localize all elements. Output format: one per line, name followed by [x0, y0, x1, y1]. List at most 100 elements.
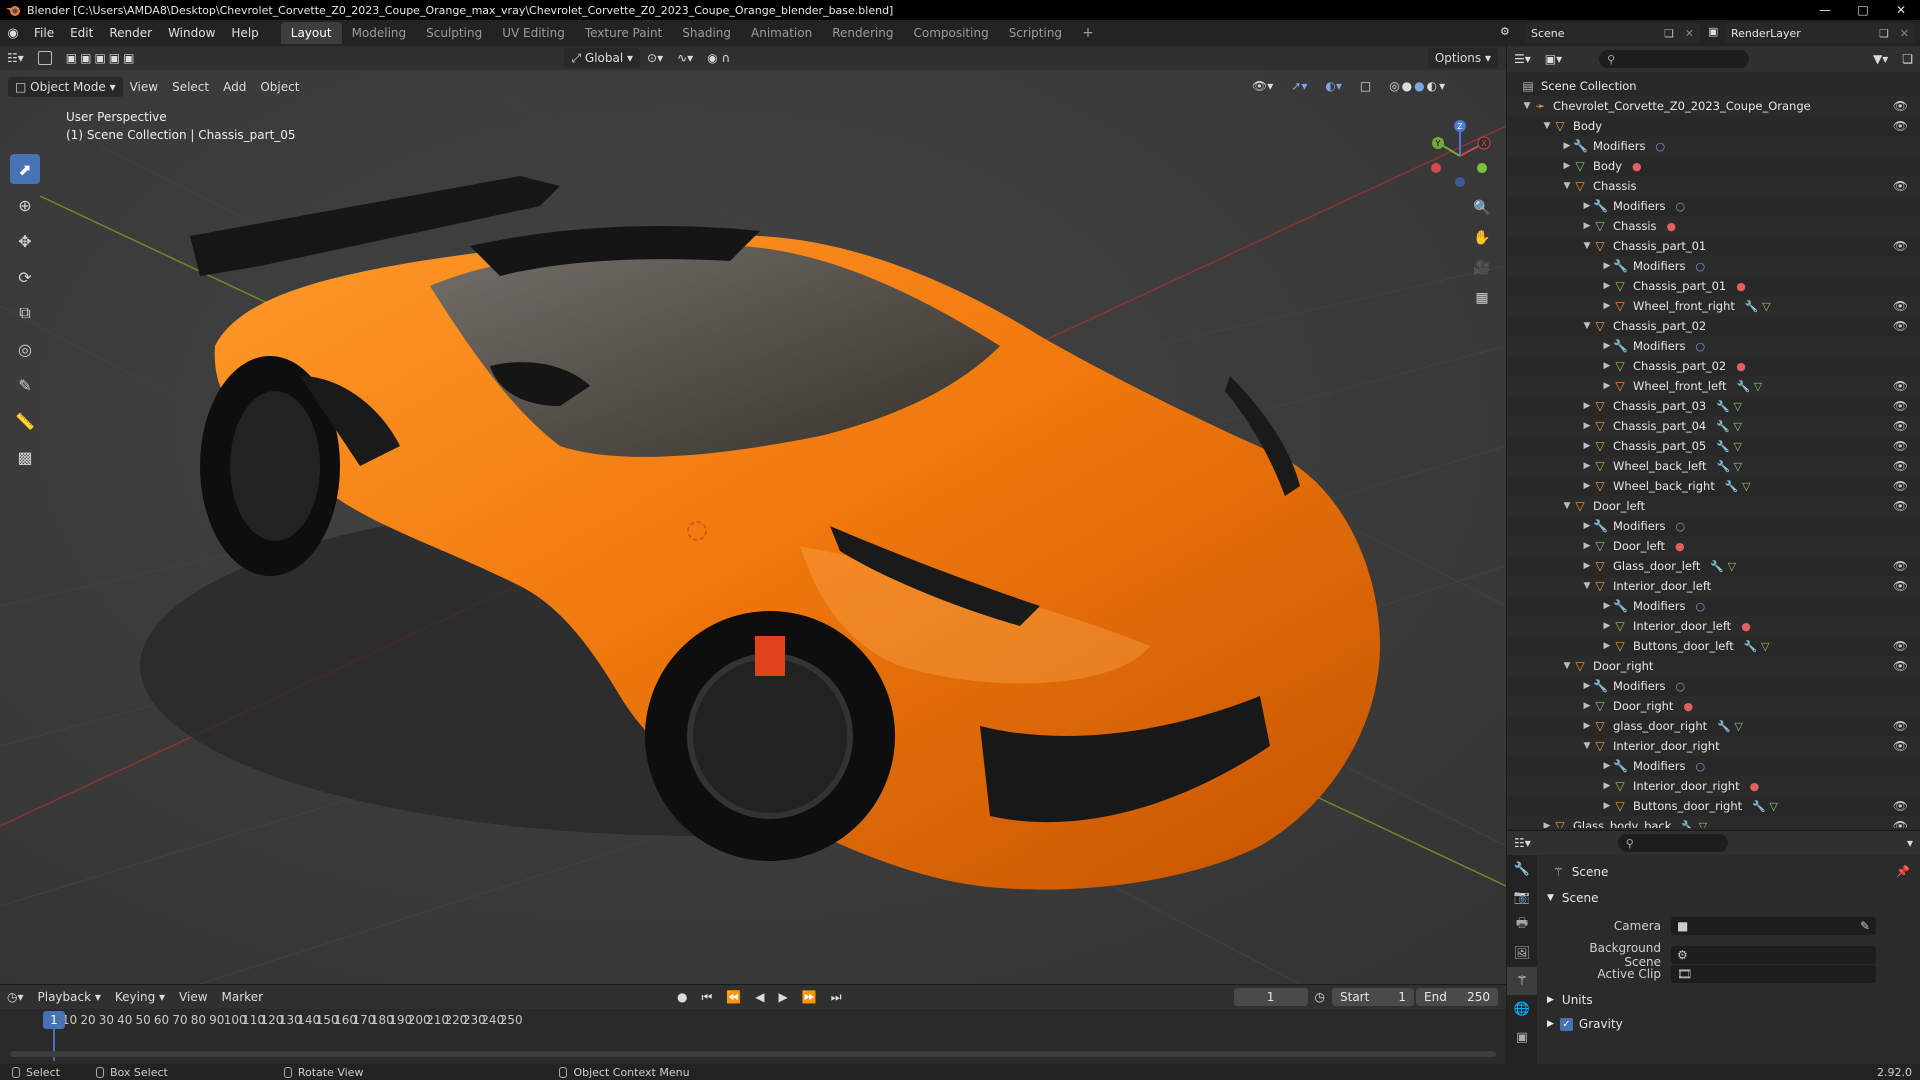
select-box-modes[interactable]: ▣▣▣▣▣: [59, 48, 145, 68]
select-mode-icon[interactable]: [31, 48, 59, 68]
expand-right-icon[interactable]: ▶: [1581, 221, 1593, 231]
proportional-edit-icon[interactable]: ◉ ∩: [700, 48, 737, 68]
prev-keyframe-icon[interactable]: ⏪: [719, 987, 748, 1007]
cursor-tool-icon[interactable]: ⊕: [10, 190, 40, 220]
visibility-eye-icon[interactable]: 👁: [1893, 639, 1908, 653]
outliner-item[interactable]: ▶ 🔧 Modifiers ○: [1507, 596, 1920, 616]
outliner-item[interactable]: ▶ ▽ Chassis_part_04 🔧 ▽ 👁: [1507, 416, 1920, 436]
delete-scene-icon[interactable]: ✕: [1685, 27, 1694, 40]
expand-right-icon[interactable]: ▶: [1601, 381, 1613, 391]
visibility-eye-icon[interactable]: 👁: [1893, 659, 1908, 673]
expand-right-icon[interactable]: ▶: [1581, 541, 1593, 551]
expand-right-icon[interactable]: ▶: [1581, 721, 1593, 731]
visibility-eye-icon[interactable]: 👁: [1893, 99, 1908, 113]
visibility-eye-icon[interactable]: 👁: [1893, 319, 1908, 333]
menu-keying[interactable]: Keying ▾: [108, 987, 172, 1007]
properties-search-input[interactable]: ⚲: [1617, 834, 1728, 852]
properties-editor-type-icon[interactable]: ☷▾: [1507, 833, 1538, 853]
tab-compositing[interactable]: Compositing: [903, 22, 998, 44]
tab-uv-editing[interactable]: UV Editing: [492, 22, 575, 44]
view-layer-tab-icon[interactable]: 🖼: [1507, 939, 1537, 967]
expand-down-icon[interactable]: ▼: [1581, 321, 1593, 331]
overlay-toggle-icon[interactable]: ◐▾: [1318, 76, 1349, 96]
expand-down-icon[interactable]: ▼: [1561, 501, 1573, 511]
expand-right-icon[interactable]: ▶: [1581, 201, 1593, 211]
tab-texture-paint[interactable]: Texture Paint: [575, 22, 672, 44]
expand-down-icon[interactable]: ▼: [1521, 101, 1533, 111]
camera-field[interactable]: ■ ✎: [1671, 917, 1876, 935]
ortho-grid-icon[interactable]: ▦: [1470, 286, 1494, 310]
outliner-item[interactable]: ▶ ▽ glass_door_right 🔧 ▽ 👁: [1507, 716, 1920, 736]
outliner-item[interactable]: ▶ 🔧 Modifiers ○: [1507, 136, 1920, 156]
timeline-editor-type-icon[interactable]: ◷▾: [0, 987, 31, 1007]
tab-sculpting[interactable]: Sculpting: [416, 22, 492, 44]
play-icon[interactable]: ▶: [772, 987, 795, 1007]
viewport-scene[interactable]: [0, 46, 1506, 984]
outliner-item[interactable]: ▶ ▽ Door_left ●: [1507, 536, 1920, 556]
current-frame-field[interactable]: 1: [1233, 988, 1308, 1006]
end-frame-field[interactable]: End 250: [1416, 988, 1498, 1006]
scale-tool-icon[interactable]: ⧉: [10, 298, 40, 328]
record-keyframe-icon[interactable]: ●: [670, 987, 694, 1007]
snap-icon[interactable]: ∿▾: [670, 48, 700, 68]
jump-end-icon[interactable]: ⏭: [824, 987, 849, 1007]
render-layer-selector[interactable]: RenderLayer ❏ ✕: [1725, 23, 1915, 43]
expand-right-icon[interactable]: ▶: [1581, 421, 1593, 431]
filter-icon[interactable]: ▼▾: [1866, 49, 1895, 69]
outliner-editor-type-icon[interactable]: ☰▾: [1507, 49, 1538, 69]
outliner-panel[interactable]: ☰▾ ▣▾ ⚲ ▼▾ ❏ ▤ Scene Collection ▼ ➛ Chevro…: [1507, 46, 1920, 830]
timeline-ruler[interactable]: 10 20 30 40 50 60 70 80 90 100 110 120 130 140 150 160 1…: [0, 1013, 1506, 1029]
expand-right-icon[interactable]: ▶: [1581, 561, 1593, 571]
visibility-eye-icon[interactable]: 👁: [1893, 379, 1908, 393]
menu-render[interactable]: Render: [101, 22, 160, 44]
expand-right-icon[interactable]: ▶: [1601, 261, 1613, 271]
output-tab-icon[interactable]: 🖶: [1507, 911, 1537, 939]
outliner-item[interactable]: ▶ 🔧 Modifiers ○: [1507, 756, 1920, 776]
scene-selector[interactable]: Scene ❏ ✕: [1525, 23, 1700, 43]
jump-start-icon[interactable]: ⏮: [695, 987, 720, 1007]
transform-tool-icon[interactable]: ◎: [10, 334, 40, 364]
expand-down-icon[interactable]: ▼: [1581, 581, 1593, 591]
outliner-item[interactable]: ▶ ▽ Buttons_door_left 🔧 ▽ 👁: [1507, 636, 1920, 656]
expand-right-icon[interactable]: ▶: [1601, 301, 1613, 311]
tab-rendering[interactable]: Rendering: [822, 22, 903, 44]
outliner-item[interactable]: ▶ ▽ Glass_body_back 🔧 ▽ 👁: [1507, 816, 1920, 828]
outliner-item[interactable]: ▶ ▽ Chassis ●: [1507, 216, 1920, 236]
transform-orientation-dropdown[interactable]: ⤢ Global ▾: [564, 48, 641, 68]
blender-menu-icon[interactable]: ◉: [0, 26, 26, 41]
outliner-item[interactable]: ▼ ▽ Interior_door_left 👁: [1507, 576, 1920, 596]
outliner-item[interactable]: ▶ 🔧 Modifiers ○: [1507, 676, 1920, 696]
editor-type-icon[interactable]: ☷▾: [0, 48, 31, 68]
gravity-checkbox[interactable]: ✓: [1559, 1017, 1573, 1031]
rotate-tool-icon[interactable]: ⟳: [10, 262, 40, 292]
visibility-eye-icon[interactable]: 👁: [1893, 399, 1908, 413]
scene-tab-icon[interactable]: ⚚: [1507, 967, 1537, 995]
pin-icon[interactable]: 📌: [1896, 865, 1910, 878]
menu-add[interactable]: Add: [216, 77, 253, 97]
expand-right-icon[interactable]: ▶: [1601, 281, 1613, 291]
new-collection-icon[interactable]: ❏: [1895, 49, 1920, 69]
outliner-search-input[interactable]: ⚲: [1599, 50, 1750, 68]
visibility-icon[interactable]: 👁▾: [1245, 76, 1280, 96]
expand-right-icon[interactable]: ▶: [1581, 401, 1593, 411]
measure-tool-icon[interactable]: 📏: [10, 406, 40, 436]
3d-viewport[interactable]: ☷▾ ▣▣▣▣▣ ⤢ Global ▾ ⊙▾ ∿▾ ◉ ∩ Options ▾ …: [0, 46, 1506, 984]
outliner-item[interactable]: ▶ ▽ Wheel_back_right 🔧 ▽ 👁: [1507, 476, 1920, 496]
expand-down-icon[interactable]: ▼: [1561, 661, 1573, 671]
pan-hand-icon[interactable]: ✋: [1470, 226, 1494, 250]
visibility-eye-icon[interactable]: 👁: [1893, 739, 1908, 753]
close-icon[interactable]: ✕: [1882, 0, 1920, 20]
tab-animation[interactable]: Animation: [741, 22, 822, 44]
outliner-item[interactable]: ▶ 🔧 Modifiers ○: [1507, 196, 1920, 216]
visibility-eye-icon[interactable]: 👁: [1893, 119, 1908, 133]
outliner-item[interactable]: ▶ 🔧 Modifiers ○: [1507, 256, 1920, 276]
outliner-item[interactable]: ▶ ▽ Glass_door_left 🔧 ▽ 👁: [1507, 556, 1920, 576]
expand-down-icon[interactable]: ▼: [1561, 181, 1573, 191]
timeline-editor[interactable]: ◷▾ Playback ▾ Keying ▾ View Marker ● ⏮ ⏪…: [0, 984, 1506, 1064]
expand-right-icon[interactable]: ▶: [1581, 461, 1593, 471]
next-keyframe-icon[interactable]: ⏩: [795, 987, 824, 1007]
menu-help[interactable]: Help: [223, 22, 266, 44]
add-cube-tool-icon[interactable]: ▩: [10, 442, 40, 472]
eyedropper-icon[interactable]: ✎: [1860, 919, 1870, 933]
background-scene-field[interactable]: ⚙: [1671, 946, 1876, 964]
